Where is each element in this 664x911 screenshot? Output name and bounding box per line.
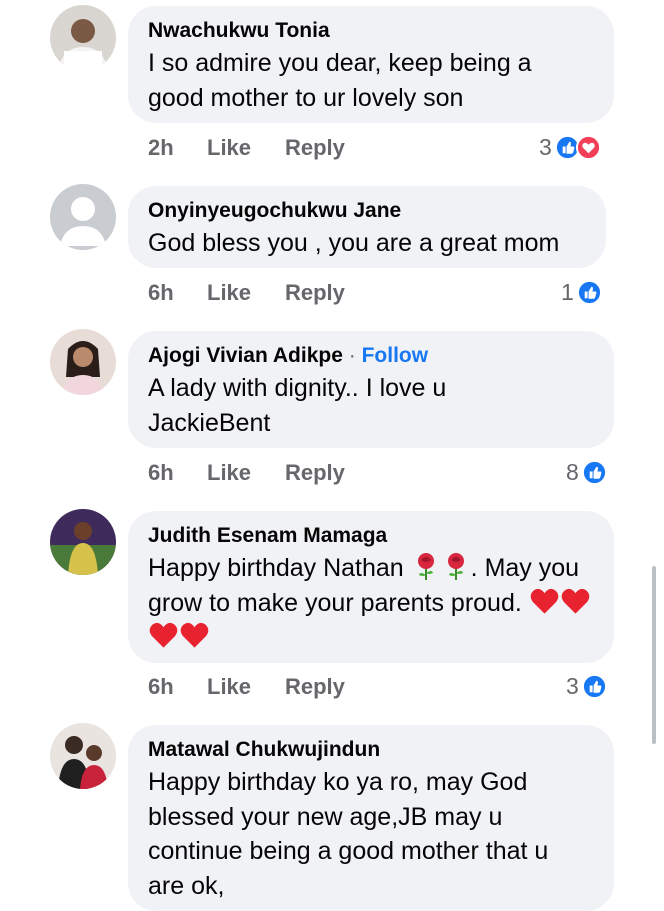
heart-emoji — [179, 622, 210, 651]
reaction-count: 1 — [561, 279, 574, 305]
avatar[interactable] — [50, 723, 116, 789]
reply-button[interactable]: Reply — [285, 460, 345, 486]
reply-button[interactable]: Reply — [285, 280, 345, 306]
comment-bubble: Matawal Chukwujindun Happy birthday ko y… — [128, 725, 614, 911]
like-button[interactable]: Like — [207, 135, 285, 161]
comment-bubble: Nwachukwu Tonia I so admire you dear, ke… — [128, 6, 614, 123]
avatar[interactable] — [50, 509, 116, 575]
comment-text: God bless you , you are a great mom — [148, 229, 560, 257]
avatar[interactable] — [50, 329, 116, 395]
scrollbar[interactable] — [652, 566, 656, 744]
heart-emoji — [560, 588, 591, 617]
comment-text: Happy birthday ko ya ro, may God blessed… — [148, 768, 549, 900]
reaction-summary[interactable]: 3 — [566, 673, 607, 700]
comment-actions: 6h Like Reply — [148, 280, 345, 306]
comment-bubble: Ajogi Vivian Adikpe · Follow A lady with… — [128, 331, 614, 448]
love-icon — [575, 135, 601, 160]
rose-emoji — [441, 553, 471, 582]
reaction-count: 3 — [566, 673, 579, 699]
comment-author: Ajogi Vivian Adikpe · Follow — [148, 343, 594, 369]
comment-text: A lady with dignity.. I love u JackieBen… — [148, 374, 447, 437]
comment-bubble: Judith Esenam Mamaga Happy birthday Nath… — [128, 511, 614, 663]
reply-button[interactable]: Reply — [285, 674, 345, 700]
like-button[interactable]: Like — [207, 280, 285, 306]
avatar[interactable] — [50, 5, 116, 71]
comment-time[interactable]: 6h — [148, 674, 207, 700]
comment-author[interactable]: Onyinyeugochukwu Jane — [148, 198, 586, 224]
comment-text-part1: Happy birthday Nathan — [148, 554, 404, 582]
reaction-summary[interactable]: 1 — [561, 279, 602, 306]
heart-emoji — [529, 588, 560, 617]
comment-text: I so admire you dear, keep being a good … — [148, 49, 532, 112]
rose-emoji — [411, 553, 441, 582]
like-icon — [576, 280, 602, 305]
comment-bubble: Onyinyeugochukwu Jane God bless you , yo… — [128, 186, 606, 268]
like-icon — [581, 674, 607, 699]
like-button[interactable]: Like — [207, 674, 285, 700]
comment-author-name[interactable]: Ajogi Vivian Adikpe — [148, 344, 343, 367]
comment-author[interactable]: Matawal Chukwujindun — [148, 737, 594, 763]
reaction-count: 3 — [539, 134, 552, 160]
comment-time[interactable]: 6h — [148, 460, 207, 486]
separator-dot: · — [348, 344, 356, 367]
reaction-summary[interactable]: 3 — [539, 134, 601, 161]
reaction-count: 8 — [566, 459, 579, 485]
comment-time[interactable]: 2h — [148, 135, 207, 161]
like-button[interactable]: Like — [207, 460, 285, 486]
heart-emoji — [148, 622, 179, 651]
comment-author[interactable]: Judith Esenam Mamaga — [148, 523, 594, 549]
reply-button[interactable]: Reply — [285, 135, 345, 161]
avatar[interactable] — [50, 184, 116, 250]
comment-actions: 6h Like Reply — [148, 460, 345, 486]
comment-author[interactable]: Nwachukwu Tonia — [148, 18, 594, 44]
follow-button[interactable]: Follow — [362, 344, 429, 367]
comment-actions: 2h Like Reply — [148, 135, 345, 161]
like-icon — [581, 460, 607, 485]
comment-text: Happy birthday Nathan . May you grow to … — [148, 551, 594, 655]
comment-actions: 6h Like Reply — [148, 674, 345, 700]
comment-time[interactable]: 6h — [148, 280, 207, 306]
reaction-summary[interactable]: 8 — [566, 459, 607, 486]
